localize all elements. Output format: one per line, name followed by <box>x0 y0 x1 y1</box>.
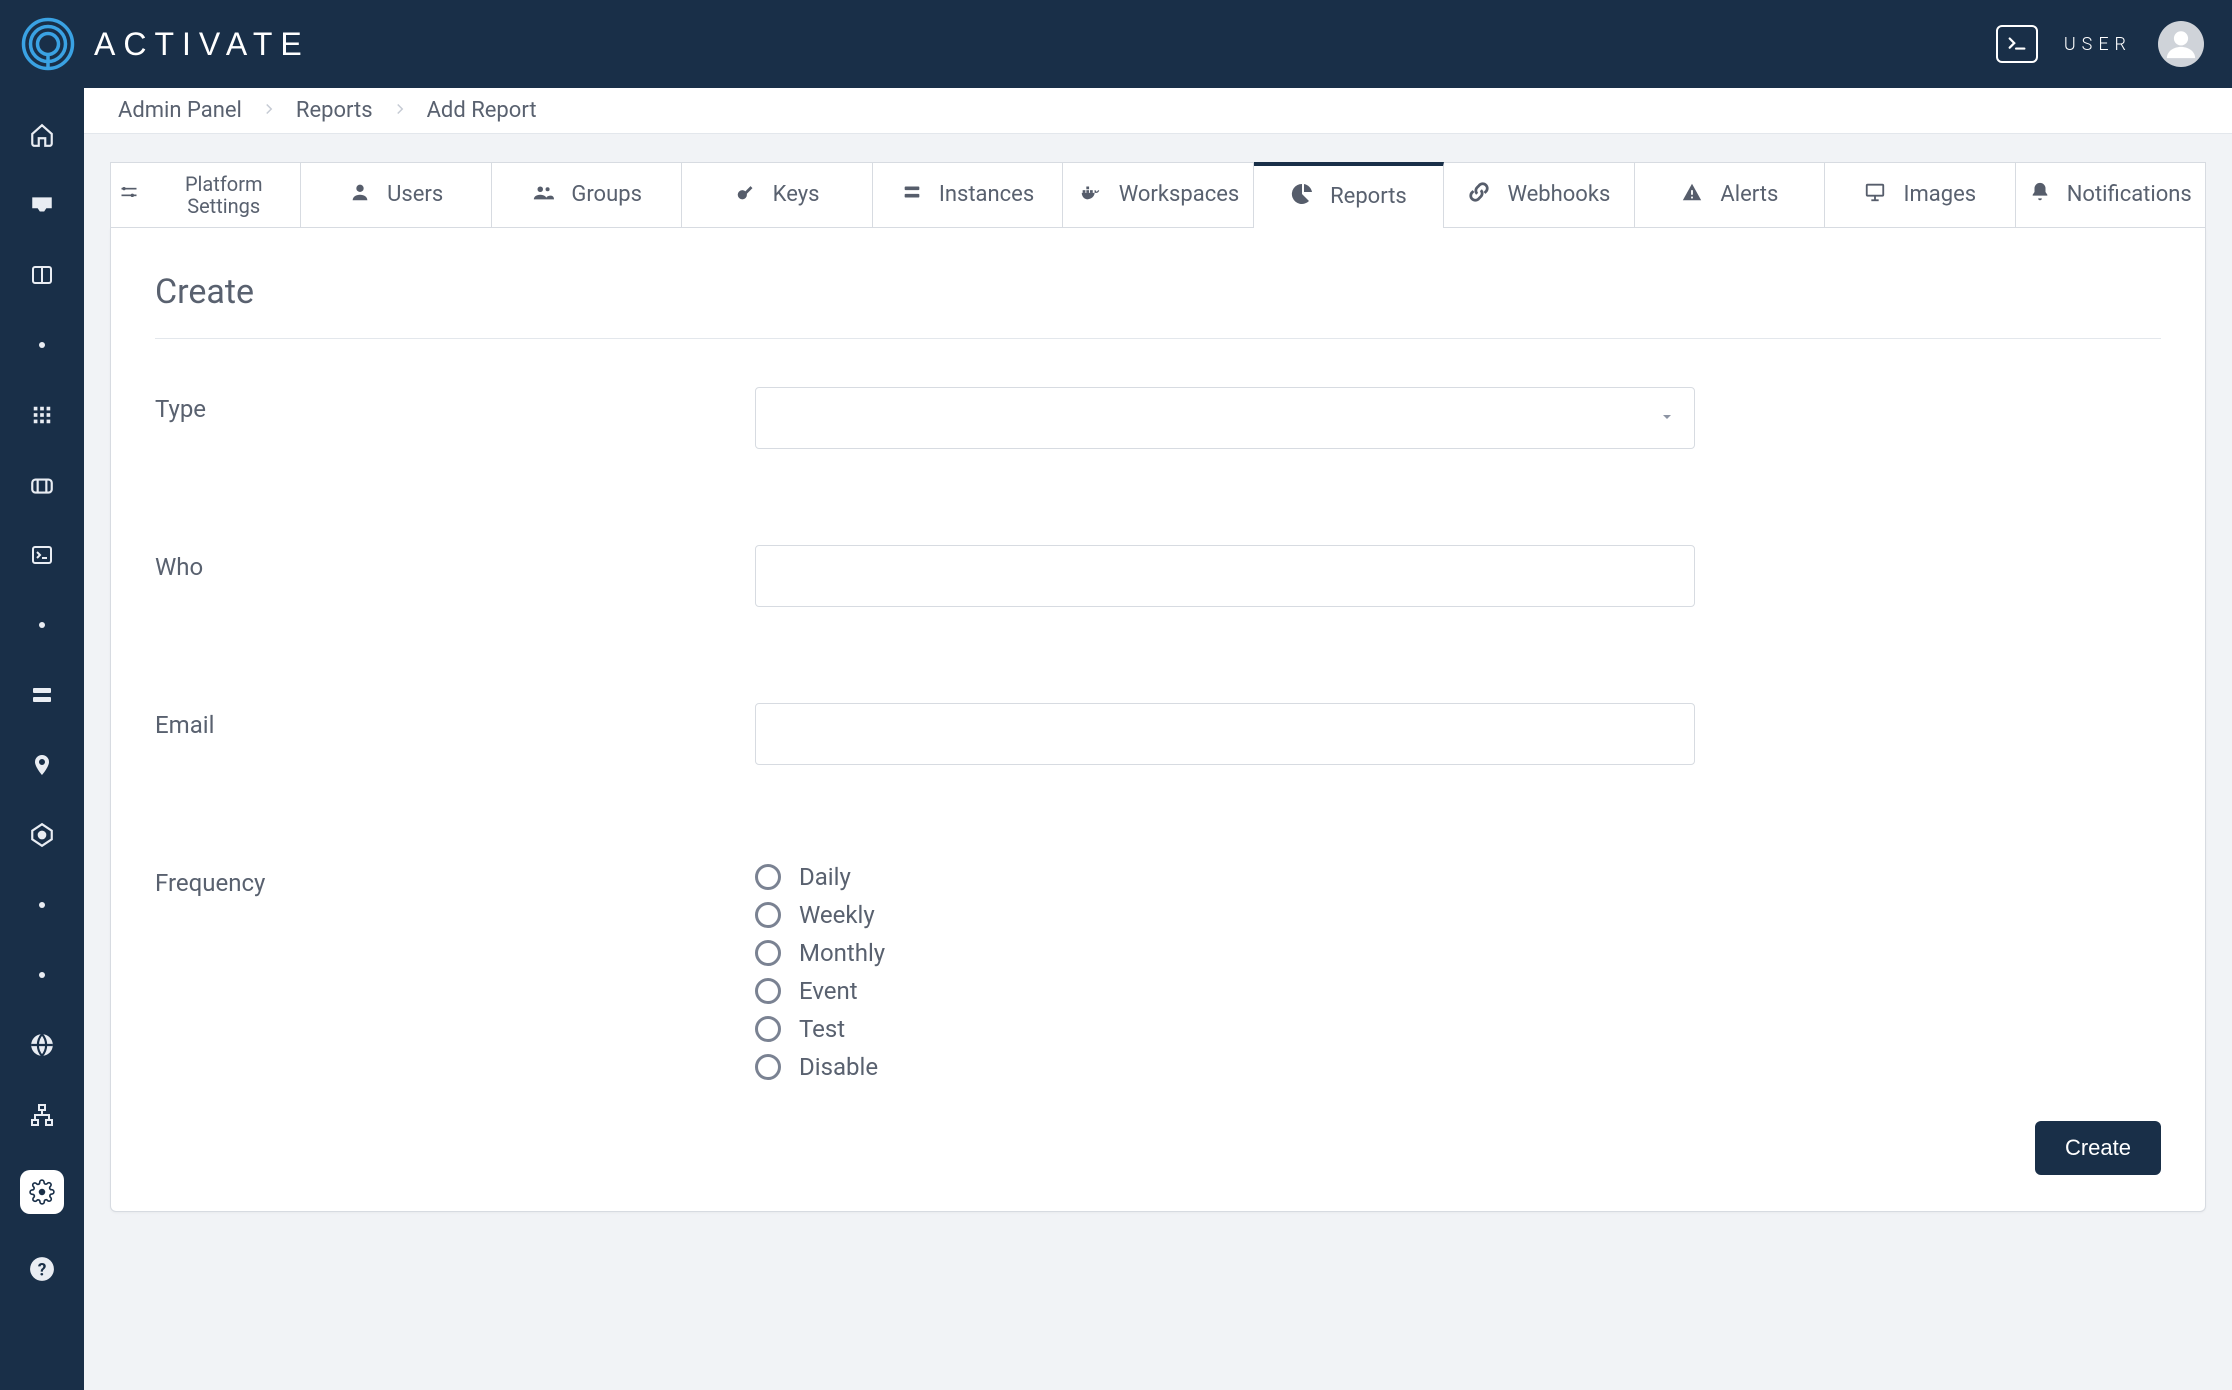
user-icon <box>349 181 371 209</box>
link-icon <box>1467 181 1491 209</box>
tab-label: Notifications <box>2067 183 2192 207</box>
inbox-icon[interactable] <box>27 190 57 220</box>
tab-instances[interactable]: Instances <box>873 162 1063 228</box>
radio-disable[interactable]: Disable <box>755 1053 1695 1081</box>
email-input[interactable] <box>755 703 1695 765</box>
type-label: Type <box>155 387 755 449</box>
tab-label: Keys <box>773 183 820 207</box>
brand-name: ACTIVATE <box>94 26 310 63</box>
brand-logo-icon <box>20 16 76 72</box>
tab-label: Groups <box>571 183 642 207</box>
tab-reports[interactable]: Reports <box>1254 162 1444 228</box>
help-icon[interactable]: ? <box>27 1254 57 1284</box>
tab-users[interactable]: Users <box>301 162 491 228</box>
panel-title: Create <box>155 272 2161 339</box>
tab-label: Platform Settings <box>155 173 292 217</box>
sliders-icon <box>119 182 139 208</box>
frequency-radio-group: Daily Weekly Monthly Event Test Disable <box>755 861 1695 1081</box>
settings-icon[interactable] <box>20 1170 64 1214</box>
dot3-icon[interactable] <box>27 890 57 920</box>
radio-label: Weekly <box>799 901 875 929</box>
tab-workspaces[interactable]: Workspaces <box>1063 162 1253 228</box>
server-icon[interactable] <box>27 680 57 710</box>
tab-webhooks[interactable]: Webhooks <box>1444 162 1634 228</box>
radio-test[interactable]: Test <box>755 1015 1695 1043</box>
svg-text:?: ? <box>38 1261 47 1281</box>
key-icon <box>735 181 757 209</box>
alert-icon <box>1680 181 1704 209</box>
terminal-icon[interactable] <box>27 540 57 570</box>
crumb-admin-panel[interactable]: Admin Panel <box>118 98 260 123</box>
breadcrumb: Admin Panel Reports Add Report <box>84 88 2232 134</box>
radio-label: Event <box>799 977 858 1005</box>
frequency-label: Frequency <box>155 861 755 1081</box>
chevron-right-icon <box>260 99 278 123</box>
who-input[interactable] <box>755 545 1695 607</box>
main-content: Admin Panel Reports Add Report Platform … <box>84 88 2232 1390</box>
group-icon <box>531 181 555 209</box>
container-icon[interactable] <box>27 470 57 500</box>
grid-icon[interactable] <box>27 400 57 430</box>
brand[interactable]: ACTIVATE <box>20 16 310 72</box>
user-label[interactable]: USER <box>2064 34 2132 55</box>
monitor-icon <box>1863 181 1887 209</box>
dot-icon[interactable] <box>27 330 57 360</box>
tab-alerts[interactable]: Alerts <box>1635 162 1825 228</box>
kubernetes-icon[interactable] <box>27 820 57 850</box>
terminal-button[interactable] <box>1996 25 2038 63</box>
radio-monthly[interactable]: Monthly <box>755 939 1695 967</box>
sidebar: ? <box>0 88 84 1390</box>
type-select[interactable] <box>755 387 1695 449</box>
crumb-add-report[interactable]: Add Report <box>427 98 555 123</box>
docker-icon <box>1077 181 1103 209</box>
piechart-icon <box>1290 182 1314 212</box>
tab-label: Alerts <box>1720 183 1778 207</box>
radio-label: Disable <box>799 1053 878 1081</box>
radio-daily[interactable]: Daily <box>755 863 1695 891</box>
dot4-icon[interactable] <box>27 960 57 990</box>
who-label: Who <box>155 545 755 607</box>
radio-event[interactable]: Event <box>755 977 1695 1005</box>
tab-groups[interactable]: Groups <box>492 162 682 228</box>
email-label: Email <box>155 703 755 765</box>
location-icon[interactable] <box>27 750 57 780</box>
tab-label: Instances <box>939 183 1034 207</box>
tab-label: Users <box>387 183 443 207</box>
chevron-right-icon <box>391 99 409 123</box>
avatar[interactable] <box>2158 21 2204 67</box>
tab-label: Webhooks <box>1507 183 1610 207</box>
tab-label: Workspaces <box>1119 183 1240 207</box>
radio-label: Test <box>799 1015 845 1043</box>
stack-icon <box>901 181 923 209</box>
tab-label: Images <box>1903 183 1976 207</box>
tab-images[interactable]: Images <box>1825 162 2015 228</box>
create-panel: Create Type Who <box>110 228 2206 1212</box>
tab-label: Reports <box>1330 185 1407 209</box>
radio-label: Monthly <box>799 939 885 967</box>
crumb-reports[interactable]: Reports <box>296 98 391 123</box>
radio-weekly[interactable]: Weekly <box>755 901 1695 929</box>
panel-icon[interactable] <box>27 260 57 290</box>
tab-notifications[interactable]: Notifications <box>2016 162 2206 228</box>
dot2-icon[interactable] <box>27 610 57 640</box>
topbar: ACTIVATE USER <box>0 0 2232 88</box>
globe-icon[interactable] <box>27 1030 57 1060</box>
create-button[interactable]: Create <box>2035 1121 2161 1175</box>
sitemap-icon[interactable] <box>27 1100 57 1130</box>
bell-icon <box>2029 181 2051 209</box>
tabs: Platform Settings Users Groups Keys Inst… <box>110 162 2206 228</box>
radio-label: Daily <box>799 863 851 891</box>
tab-keys[interactable]: Keys <box>682 162 872 228</box>
tab-platform-settings[interactable]: Platform Settings <box>110 162 301 228</box>
home-icon[interactable] <box>27 120 57 150</box>
